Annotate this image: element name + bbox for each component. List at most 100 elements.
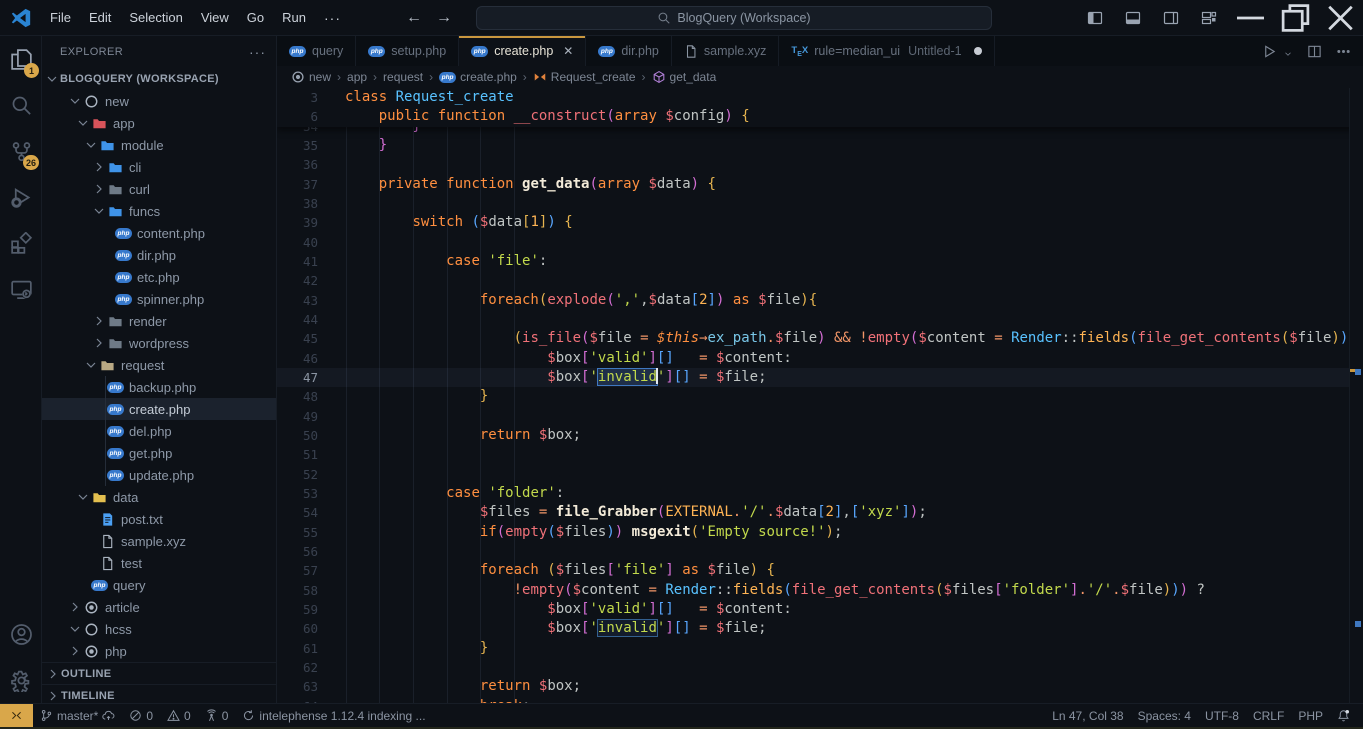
tree-item-del-php[interactable]: phpdel.php <box>42 420 276 442</box>
explorer-more-actions[interactable]: ··· <box>249 44 266 60</box>
layout-secondary-sidebar-icon[interactable] <box>1163 10 1179 26</box>
code-line-61[interactable]: 61 } <box>277 639 1363 658</box>
code-line-57[interactable]: 57 foreach ($files['file'] as $file) { <box>277 561 1363 580</box>
code-line-46[interactable]: 46 $box['valid'][] = $content: <box>277 349 1363 368</box>
status-error[interactable]: 0 <box>122 704 160 727</box>
tree-item-php[interactable]: php <box>42 640 276 662</box>
code-line-35[interactable]: 35 } <box>277 136 1363 155</box>
chevron-right-icon[interactable] <box>67 599 83 615</box>
tree-item-curl[interactable]: curl <box>42 178 276 200</box>
status-crlf[interactable]: CRLF <box>1246 704 1291 727</box>
code-line-47[interactable]: 47 $box['invalid'][] = $file; <box>277 368 1363 387</box>
chevron-down-icon[interactable] <box>91 203 107 219</box>
chevron-down-icon[interactable] <box>1283 46 1293 56</box>
breadcrumb-item-app[interactable]: app <box>347 70 367 84</box>
tab-dir-php[interactable]: phpdir.php <box>586 36 672 66</box>
explorer-activity-button[interactable]: 1 <box>0 36 42 82</box>
chevron-down-icon[interactable] <box>83 137 99 153</box>
code-line-3[interactable]: 3class Request_create <box>277 88 1363 107</box>
tree-item-backup-php[interactable]: phpbackup.php <box>42 376 276 398</box>
breadcrumb-item-create-php[interactable]: phpcreate.php <box>439 70 517 84</box>
tree-item-test[interactable]: test <box>42 552 276 574</box>
tree-item-get-php[interactable]: phpget.php <box>42 442 276 464</box>
split-editor-icon[interactable] <box>1307 44 1322 59</box>
search-activity-button[interactable] <box>0 82 42 128</box>
status-ln-47-col-38[interactable]: Ln 47, Col 38 <box>1045 704 1130 727</box>
chevron-down-icon[interactable] <box>67 621 83 637</box>
chevron-right-icon[interactable] <box>67 643 83 659</box>
tree-item-module[interactable]: module <box>42 134 276 156</box>
code-editor[interactable]: 3class Request_create6 public function _… <box>277 88 1363 703</box>
code-line-55[interactable]: 55 if(empty($files)) msgexit('Empty sour… <box>277 523 1363 542</box>
remote-explorer-activity-button[interactable] <box>0 266 42 312</box>
status-php[interactable]: PHP <box>1291 704 1330 727</box>
tab-rule-median_ui[interactable]: TEXrule=median_uiUntitled-1 <box>779 36 994 66</box>
command-center-search[interactable]: BlogQuery (Workspace) <box>476 6 992 30</box>
chevron-down-icon[interactable] <box>75 115 91 131</box>
code-line-39[interactable]: 39 switch ($data[1]) { <box>277 213 1363 232</box>
code-line-48[interactable]: 48 } <box>277 387 1363 406</box>
tree-item-dir-php[interactable]: phpdir.php <box>42 244 276 266</box>
code-line-51[interactable]: 51 <box>277 445 1363 464</box>
code-line-41[interactable]: 41 case 'file': <box>277 252 1363 271</box>
settings-gear-activity-button[interactable] <box>0 657 42 703</box>
menu-run[interactable]: Run <box>273 0 315 36</box>
code-line-44[interactable]: 44 <box>277 310 1363 329</box>
layout-panel-icon[interactable] <box>1125 10 1141 26</box>
status-utf-8[interactable]: UTF-8 <box>1198 704 1246 727</box>
tree-item-app[interactable]: app <box>42 112 276 134</box>
tree-item-sample-xyz[interactable]: sample.xyz <box>42 530 276 552</box>
run-icon[interactable] <box>1262 44 1277 59</box>
tree-item-spinner-php[interactable]: phpspinner.php <box>42 288 276 310</box>
menu-view[interactable]: View <box>192 0 238 36</box>
chevron-right-icon[interactable] <box>91 181 107 197</box>
nav-forward-icon[interactable]: → <box>436 9 452 27</box>
tree-item-cli[interactable]: cli <box>42 156 276 178</box>
tab-sample-xyz[interactable]: sample.xyz <box>672 36 780 66</box>
dirty-indicator[interactable] <box>974 47 982 55</box>
menu-selection[interactable]: Selection <box>120 0 191 36</box>
chevron-right-icon[interactable] <box>91 313 107 329</box>
tree-item-content-php[interactable]: phpcontent.php <box>42 222 276 244</box>
source-control-activity-button[interactable]: 26 <box>0 128 42 174</box>
more-actions-icon[interactable] <box>1336 44 1351 59</box>
status-notifications[interactable] <box>1330 704 1357 727</box>
tree-item-wordpress[interactable]: wordpress <box>42 332 276 354</box>
tree-item-hcss[interactable]: hcss <box>42 618 276 640</box>
menu-go[interactable]: Go <box>238 0 273 36</box>
tree-item-create-php[interactable]: phpcreate.php <box>42 398 276 420</box>
status-remote[interactable] <box>0 704 33 727</box>
close-button[interactable] <box>1318 0 1363 36</box>
sidebar-section-timeline[interactable]: TIMELINE <box>42 684 276 703</box>
code-line-45[interactable]: 45 (is_file($file = $this→ex_path.$file)… <box>277 329 1363 348</box>
tree-item-request[interactable]: request <box>42 354 276 376</box>
code-line-6[interactable]: 6 public function __construct(array $con… <box>277 107 1363 126</box>
code-line-56[interactable]: 56 <box>277 542 1363 561</box>
tree-item-update-php[interactable]: phpupdate.php <box>42 464 276 486</box>
status-spaces-4[interactable]: Spaces: 4 <box>1131 704 1198 727</box>
status-ports[interactable]: 0 <box>198 704 236 727</box>
nav-back-icon[interactable]: ← <box>406 9 422 27</box>
tab-query[interactable]: phpquery <box>277 36 356 66</box>
workspace-root-row[interactable]: BLOGQUERY (WORKSPACE) <box>42 68 276 90</box>
tree-item-render[interactable]: render <box>42 310 276 332</box>
layout-sidebar-icon[interactable] <box>1087 10 1103 26</box>
tree-item-query[interactable]: phpquery <box>42 574 276 596</box>
tree-item-funcs[interactable]: funcs <box>42 200 276 222</box>
code-line-40[interactable]: 40 <box>277 233 1363 252</box>
code-line-58[interactable]: 58 !empty($content = Render::fields(file… <box>277 581 1363 600</box>
chevron-right-icon[interactable] <box>91 159 107 175</box>
run-debug-activity-button[interactable] <box>0 174 42 220</box>
menu-file[interactable]: File <box>41 0 80 36</box>
code-line-54[interactable]: 54 $files = file_Grabber(EXTERNAL.'/'.$d… <box>277 503 1363 522</box>
tree-item-etc-php[interactable]: phpetc.php <box>42 266 276 288</box>
code-line-63[interactable]: 63 return $box; <box>277 677 1363 696</box>
code-line-50[interactable]: 50 return $box; <box>277 426 1363 445</box>
breadcrumb-item-request[interactable]: request <box>383 70 423 84</box>
layout-customize-icon[interactable] <box>1201 10 1217 26</box>
menu-edit[interactable]: Edit <box>80 0 120 36</box>
code-line-42[interactable]: 42 <box>277 271 1363 290</box>
tree-item-data[interactable]: data <box>42 486 276 508</box>
tab-create-php[interactable]: phpcreate.php✕ <box>459 36 586 66</box>
code-line-38[interactable]: 38 <box>277 194 1363 213</box>
